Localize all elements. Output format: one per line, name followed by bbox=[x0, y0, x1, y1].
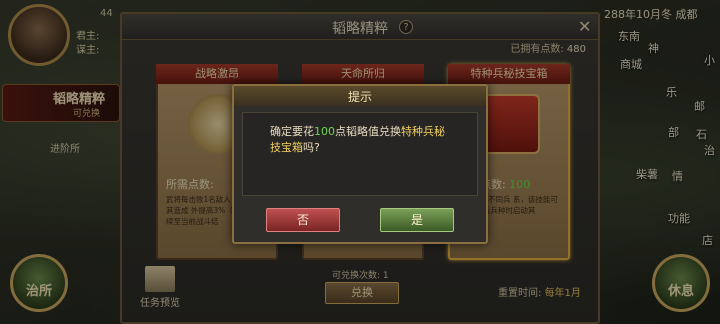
yes-button[interactable]: 是 bbox=[380, 208, 454, 232]
confirm-dialog: 提示 确定要花100点韬略值兑换特种兵秘技宝箱吗? 否 是 bbox=[232, 84, 488, 244]
msg-points: 100 bbox=[314, 125, 335, 138]
dialog-message: 确定要花100点韬略值兑换特种兵秘技宝箱吗? bbox=[270, 124, 450, 156]
no-button[interactable]: 否 bbox=[266, 208, 340, 232]
msg-post: 吗? bbox=[303, 141, 320, 154]
dialog-header: 提示 bbox=[234, 86, 486, 106]
msg-pre: 确定要花 bbox=[270, 125, 314, 138]
dialog-title: 提示 bbox=[347, 90, 372, 104]
msg-mid: 点韬略值兑换 bbox=[335, 125, 401, 138]
